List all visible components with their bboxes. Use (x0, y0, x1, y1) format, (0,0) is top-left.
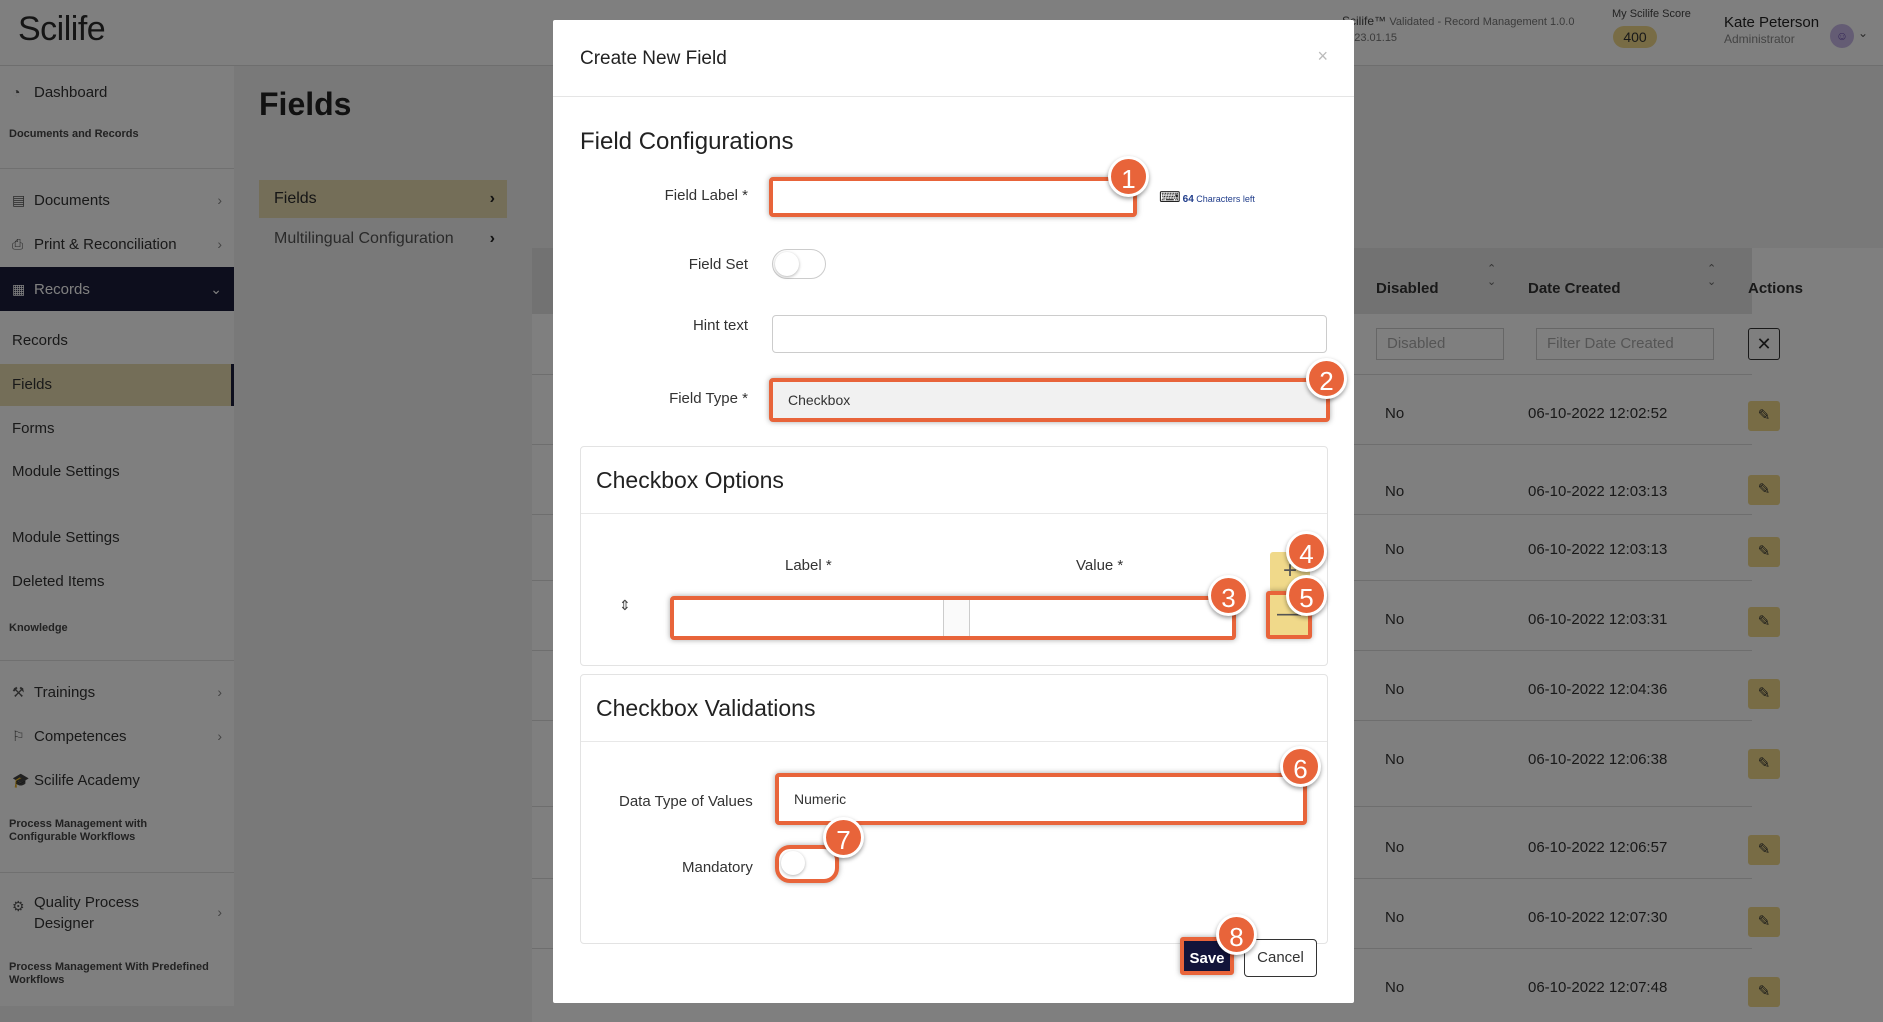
annotation-badge: 6 (1280, 746, 1321, 787)
option-label-header: Label * (785, 557, 832, 574)
close-icon[interactable]: × (1317, 46, 1328, 67)
checkbox-validations-panel: Checkbox Validations Data Type of Values… (580, 674, 1328, 944)
field-label-input[interactable] (769, 177, 1137, 217)
characters-left: ⌨ 64 Characters left (1159, 188, 1255, 206)
field-type-label: Field Type * (669, 390, 748, 407)
modal-divider (553, 96, 1354, 97)
checkbox-options-title: Checkbox Options (596, 467, 784, 493)
hint-text-input[interactable] (772, 315, 1327, 353)
panel-divider (581, 513, 1327, 514)
modal-title: Create New Field (580, 48, 727, 69)
section-field-configurations: Field Configurations (580, 128, 794, 155)
mandatory-label: Mandatory (682, 859, 753, 876)
option-label-input[interactable] (674, 600, 944, 636)
field-label-label: Field Label * (664, 187, 748, 204)
keyboard-icon: ⌨ (1159, 189, 1181, 206)
create-field-modal: Create New Field × Field Configurations … (553, 20, 1354, 1003)
reorder-icon[interactable]: ⇕ (619, 597, 631, 614)
characters-left-text: Characters left (1196, 194, 1255, 204)
annotation-badge: 4 (1286, 531, 1327, 572)
annotation-badge: 2 (1306, 358, 1347, 399)
data-type-select[interactable]: Numeric (775, 773, 1307, 825)
field-type-select[interactable]: Checkbox (769, 378, 1330, 422)
annotation-badge: 1 (1108, 156, 1149, 197)
toggle-knob (775, 252, 799, 276)
option-row-inputs (670, 596, 1236, 640)
option-value-input[interactable] (971, 600, 1232, 636)
field-set-toggle[interactable] (772, 249, 826, 279)
annotation-badge: 7 (823, 817, 864, 858)
option-value-header: Value * (1076, 557, 1124, 574)
annotation-badge: 5 (1286, 575, 1327, 616)
checkbox-options-panel: Checkbox Options Label * Value * ⇕ + — (580, 446, 1328, 666)
panel-divider (581, 741, 1327, 742)
field-set-label: Field Set (688, 256, 748, 273)
annotation-badge: 8 (1216, 914, 1257, 955)
hint-text-label: Hint text (692, 317, 748, 334)
data-type-label: Data Type of Values (619, 793, 753, 810)
option-separator (944, 600, 970, 636)
checkbox-validations-title: Checkbox Validations (596, 695, 816, 721)
toggle-knob (781, 851, 805, 875)
characters-count: 64 (1182, 194, 1194, 205)
cancel-button[interactable]: Cancel (1244, 939, 1317, 977)
annotation-badge: 3 (1208, 575, 1249, 616)
